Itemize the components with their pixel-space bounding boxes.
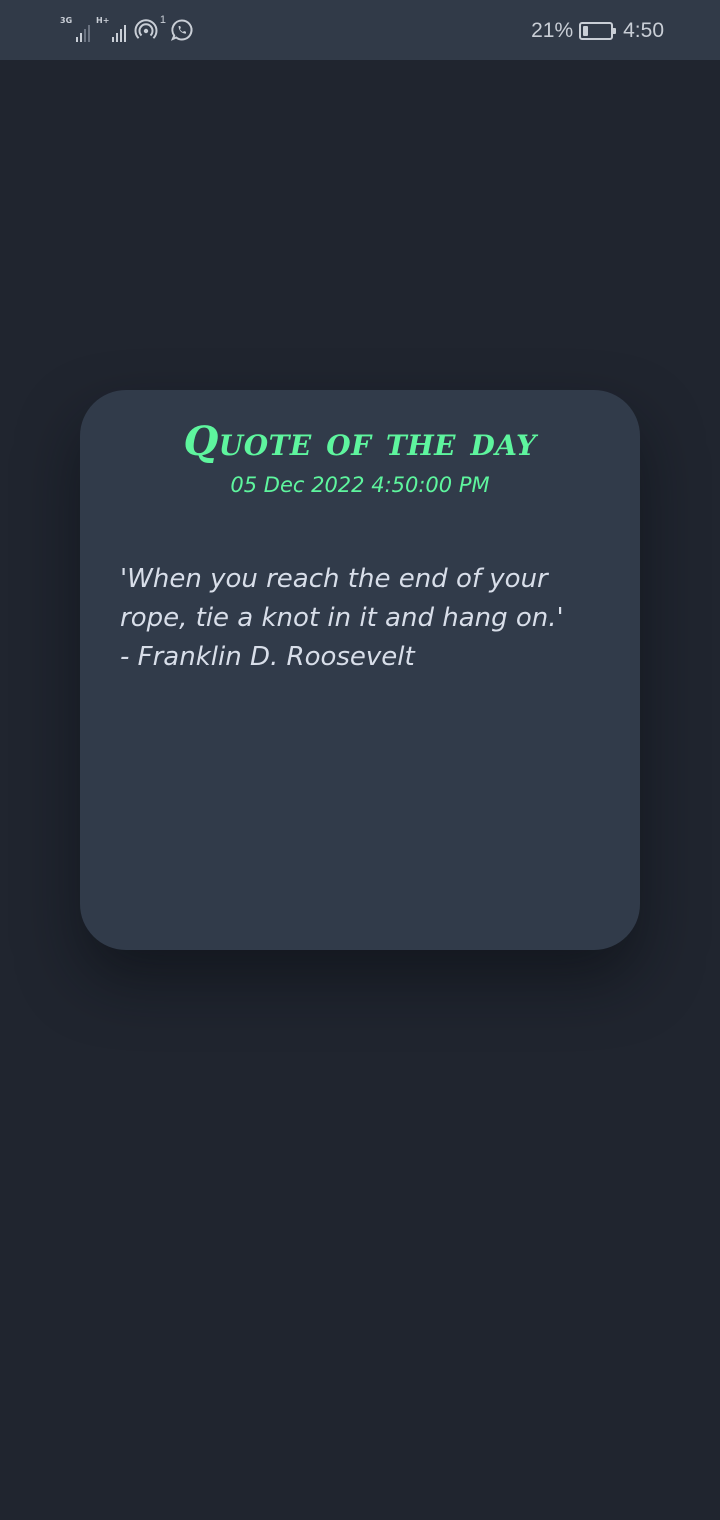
signal-3g-icon: 3G <box>58 16 90 44</box>
signal-hplus-icon: H+ <box>94 16 126 44</box>
quote-date: 05 Dec 2022 4:50:00 PM <box>230 473 490 497</box>
quote-text: 'When you reach the end of your rope, ti… <box>120 564 564 633</box>
quote-text-block: 'When you reach the end of your rope, ti… <box>120 560 600 677</box>
battery-icon <box>579 22 617 40</box>
status-icons-left: 3G H+ 1 <box>58 10 194 50</box>
status-icons-right: 21% 4:50 <box>531 12 664 50</box>
hotspot-icon: 1 <box>134 14 166 42</box>
network-type-label-1: 3G <box>60 16 73 25</box>
card-title: Quote of the day <box>183 418 537 465</box>
quote-author: - Franklin D. Roosevelt <box>120 642 415 672</box>
status-bar: 3G H+ 1 21% 4:50 <box>0 0 720 60</box>
battery-level-fill <box>583 26 589 36</box>
battery-percent: 21% <box>531 19 574 42</box>
quote-card: Quote of the day 05 Dec 2022 4:50:00 PM … <box>80 390 640 950</box>
whatsapp-icon <box>170 18 194 42</box>
clock: 4:50 <box>623 19 664 42</box>
hotspot-count: 1 <box>159 14 166 26</box>
network-type-label-2: H+ <box>96 16 110 25</box>
